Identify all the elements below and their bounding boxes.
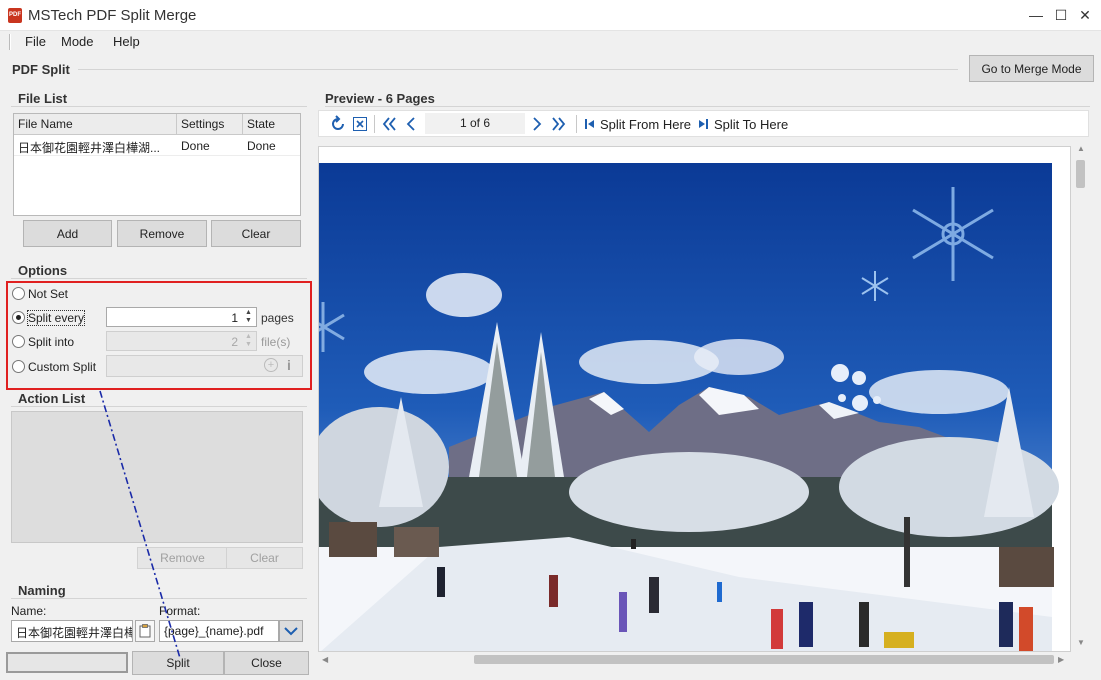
horizontal-scrollbar[interactable]: ◀ ▶ bbox=[318, 652, 1072, 667]
scroll-left-icon[interactable]: ◀ bbox=[322, 655, 328, 664]
radio-split-every[interactable] bbox=[12, 311, 25, 324]
preview-divider bbox=[325, 106, 1090, 107]
progress-bar bbox=[6, 652, 128, 673]
split-into-stepper: 2 ▲ ▼ bbox=[106, 331, 257, 351]
radio-split-into[interactable] bbox=[12, 335, 25, 348]
first-page-icon[interactable] bbox=[381, 116, 397, 132]
spinner-arrows-icon[interactable]: ▲ ▼ bbox=[242, 309, 255, 325]
chevron-down-icon bbox=[284, 627, 298, 636]
label-custom-split[interactable]: Custom Split bbox=[28, 360, 96, 374]
next-page-icon[interactable] bbox=[531, 116, 543, 132]
options-divider bbox=[11, 278, 307, 279]
app-title: MSTech PDF Split Merge bbox=[28, 7, 197, 24]
action-list-box[interactable] bbox=[11, 411, 303, 543]
clipboard-icon bbox=[139, 624, 151, 638]
menu-file[interactable]: File bbox=[25, 34, 46, 49]
split-to-here-button[interactable]: Split To Here bbox=[714, 117, 788, 132]
label-split-into[interactable]: Split into bbox=[28, 335, 74, 349]
vertical-scrollbar[interactable]: ▲ ▼ bbox=[1072, 142, 1090, 652]
toolbar-separator bbox=[374, 115, 375, 133]
merge-mode-button[interactable]: Go to Merge Mode bbox=[969, 55, 1094, 82]
close-button[interactable]: Close bbox=[224, 651, 309, 675]
file-list-table[interactable]: File Name Settings State 日本御花園輕井澤白樺湖... … bbox=[13, 113, 301, 216]
custom-split-field: + i bbox=[106, 355, 303, 377]
format-label: Format: bbox=[159, 604, 201, 618]
menu-mode[interactable]: Mode bbox=[61, 34, 94, 49]
action-list-divider bbox=[11, 406, 307, 407]
cell-file-name: 日本御花園輕井澤白樺湖... bbox=[18, 141, 161, 155]
preview-area[interactable] bbox=[318, 146, 1071, 652]
page-preview-image bbox=[319, 147, 1070, 651]
page-title: PDF Split bbox=[12, 62, 70, 77]
info-icon: i bbox=[287, 357, 291, 373]
radio-not-set[interactable] bbox=[12, 287, 25, 300]
col-settings[interactable]: Settings bbox=[181, 117, 224, 131]
options-title: Options bbox=[18, 263, 68, 278]
maximize-icon[interactable]: ☐ bbox=[1053, 7, 1069, 23]
naming-title: Naming bbox=[18, 583, 66, 598]
action-list-title: Action List bbox=[18, 391, 86, 406]
format-dropdown-button[interactable] bbox=[279, 620, 303, 642]
split-every-value: 1 bbox=[231, 311, 238, 325]
page-indicator[interactable]: 1 of 6 bbox=[425, 113, 525, 134]
split-every-unit: pages bbox=[261, 311, 294, 325]
scroll-right-icon[interactable]: ▶ bbox=[1058, 655, 1064, 664]
label-split-every[interactable]: Split every bbox=[26, 310, 86, 326]
remove-action-button: Remove bbox=[137, 547, 228, 569]
clear-files-button[interactable]: Clear bbox=[211, 220, 301, 247]
menu-bar: File Mode Help bbox=[0, 31, 1101, 53]
name-input[interactable]: 日本御花園輕井澤白樺 bbox=[11, 620, 133, 642]
file-list-header: File Name Settings State bbox=[14, 114, 300, 135]
menu-help[interactable]: Help bbox=[113, 34, 140, 49]
split-from-here-icon bbox=[585, 119, 594, 129]
column-separator bbox=[242, 114, 243, 135]
name-label: Name: bbox=[11, 604, 47, 618]
vertical-scroll-thumb[interactable] bbox=[1076, 160, 1085, 188]
split-button[interactable]: Split bbox=[132, 651, 224, 675]
label-not-set[interactable]: Not Set bbox=[28, 287, 68, 301]
cell-settings: Done bbox=[181, 139, 210, 153]
title-bar: PDF MSTech PDF Split Merge — ☐ ✕ bbox=[0, 0, 1101, 31]
add-button[interactable]: Add bbox=[23, 220, 112, 247]
table-row[interactable]: 日本御花園輕井澤白樺湖... Done Done bbox=[14, 136, 300, 156]
column-separator bbox=[176, 114, 177, 135]
minimize-icon[interactable]: — bbox=[1028, 7, 1044, 23]
refresh-icon[interactable] bbox=[329, 115, 347, 133]
split-into-unit: file(s) bbox=[261, 335, 291, 349]
menu-grip bbox=[9, 34, 11, 50]
spinner-arrows-icon: ▲ ▼ bbox=[245, 333, 252, 348]
toolbar-separator bbox=[576, 115, 577, 133]
last-page-icon[interactable] bbox=[551, 116, 567, 132]
remove-file-button[interactable]: Remove bbox=[117, 220, 207, 247]
clear-actions-button: Clear bbox=[226, 547, 303, 569]
radio-custom-split[interactable] bbox=[12, 360, 25, 373]
add-circle-icon: + bbox=[264, 358, 278, 372]
close-icon[interactable]: ✕ bbox=[1077, 7, 1093, 23]
preview-toolbar: 1 of 6 Split From Here Split To Here bbox=[318, 110, 1089, 137]
file-list-title: File List bbox=[18, 91, 68, 106]
app-icon: PDF bbox=[8, 8, 22, 23]
horizontal-scroll-thumb[interactable] bbox=[474, 655, 1054, 664]
split-to-here-icon bbox=[699, 119, 708, 129]
format-input[interactable]: {page}_{name}.pdf bbox=[159, 620, 279, 642]
cell-state: Done bbox=[247, 139, 276, 153]
col-state[interactable]: State bbox=[247, 117, 275, 131]
split-from-here-button[interactable]: Split From Here bbox=[600, 117, 691, 132]
file-list-divider bbox=[11, 106, 307, 107]
naming-divider bbox=[11, 598, 307, 599]
split-every-stepper[interactable]: 1 ▲ ▼ bbox=[106, 307, 257, 327]
preview-title: Preview - 6 Pages bbox=[325, 91, 435, 106]
split-into-value: 2 bbox=[231, 335, 238, 349]
scroll-down-icon[interactable]: ▼ bbox=[1077, 638, 1085, 647]
close-file-icon[interactable] bbox=[353, 117, 367, 131]
scroll-up-icon[interactable]: ▲ bbox=[1077, 144, 1085, 153]
previous-page-icon[interactable] bbox=[405, 116, 417, 132]
header-divider bbox=[78, 69, 958, 70]
paste-button[interactable] bbox=[135, 620, 155, 642]
col-file-name[interactable]: File Name bbox=[18, 117, 73, 131]
